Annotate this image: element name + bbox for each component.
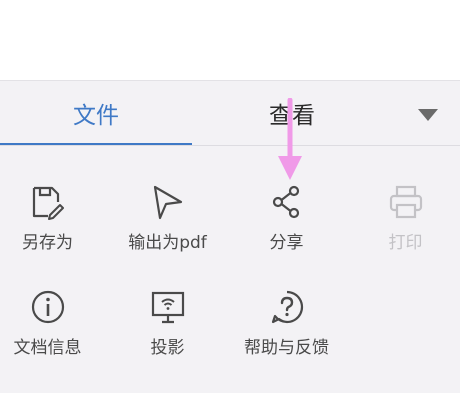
info-icon	[31, 290, 64, 324]
triangle-down-icon	[418, 109, 438, 121]
document-info-label: 文档信息	[13, 338, 82, 358]
bottom-menu-sheet: 文件 查看 另存为 输出为pdf 分享 打印 文档信息 投影 帮助与反馈	[0, 80, 460, 393]
help-feedback-label: 帮助与反馈	[244, 338, 329, 358]
share-button[interactable]: 分享	[229, 184, 344, 284]
print-label: 打印	[388, 233, 423, 253]
share-label: 分享	[269, 233, 304, 253]
content-area	[0, 0, 460, 80]
projection-icon	[151, 291, 184, 324]
export-pdf-label: 输出为pdf	[128, 233, 207, 253]
tab-bar: 文件 查看	[0, 81, 460, 146]
document-info-button[interactable]: 文档信息	[0, 289, 105, 389]
export-pdf-icon	[153, 185, 182, 220]
projection-button[interactable]: 投影	[110, 289, 225, 389]
tab-view[interactable]: 查看	[192, 81, 392, 145]
print-button[interactable]: 打印	[348, 184, 460, 284]
save-as-icon	[32, 186, 64, 220]
projection-label: 投影	[150, 338, 185, 358]
share-icon	[272, 185, 299, 219]
help-feedback-button[interactable]: 帮助与反馈	[229, 289, 344, 389]
print-icon	[389, 185, 422, 219]
tab-file[interactable]: 文件	[0, 81, 192, 145]
save-as-label: 另存为	[22, 233, 73, 253]
collapse-menu-button[interactable]	[408, 103, 448, 127]
save-as-button[interactable]: 另存为	[0, 184, 105, 284]
export-pdf-button[interactable]: 输出为pdf	[110, 184, 225, 284]
divider	[0, 145, 460, 146]
help-icon	[271, 290, 303, 324]
